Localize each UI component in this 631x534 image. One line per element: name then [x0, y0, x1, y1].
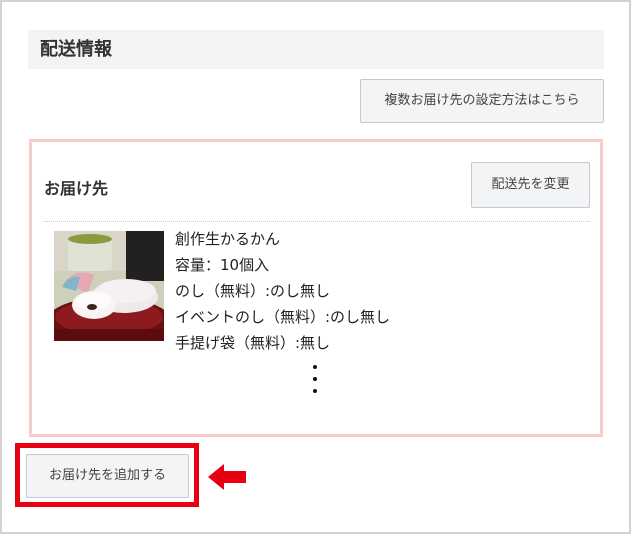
product-capacity: 容量：10個入	[175, 256, 270, 274]
arrow-left-icon	[208, 464, 246, 490]
delivery-panel: 配送情報 複数お届け先の設定方法はこちら お届け先 配送先を変更 創作生かるかん…	[0, 0, 631, 534]
destination-title: お届け先	[44, 179, 109, 198]
multi-destination-help-button[interactable]: 複数お届け先の設定方法はこちら	[360, 79, 604, 123]
product-name: 創作生かるかん	[175, 230, 281, 248]
product-noshi: のし（無料）:のし無し	[175, 282, 331, 300]
product-info: 創作生かるかん 容量：10個入 のし（無料）:のし無し イベントのし（無料）:の…	[175, 226, 390, 356]
vertical-ellipsis-icon	[313, 365, 319, 401]
destination-box: お届け先 配送先を変更 創作生かるかん 容量：10個入 のし（無料）:のし無し …	[29, 139, 603, 437]
divider	[44, 221, 590, 222]
section-title: 配送情報	[28, 30, 604, 69]
change-destination-button[interactable]: 配送先を変更	[471, 162, 590, 208]
product-photo-icon	[54, 231, 164, 341]
product-image	[54, 231, 164, 341]
product-event-noshi: イベントのし（無料）:のし無し	[175, 308, 391, 326]
add-destination-button[interactable]: お届け先を追加する	[26, 454, 189, 498]
